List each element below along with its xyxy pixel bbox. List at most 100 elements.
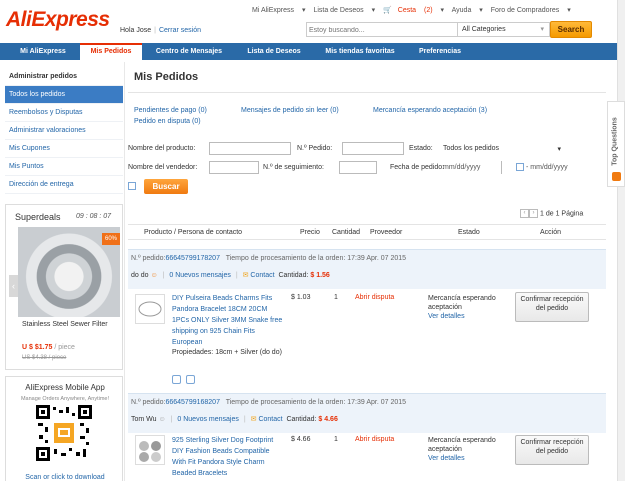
category-select[interactable]: All Categories ▾ bbox=[457, 23, 549, 36]
view-details-link[interactable]: Ver detalles bbox=[428, 454, 512, 463]
order-header: N.º pedido:66645799168207 Tiempo de proc… bbox=[128, 393, 606, 433]
seller-name[interactable]: do do bbox=[131, 272, 149, 279]
view-details-link[interactable]: Ver detalles bbox=[428, 312, 512, 321]
superdeals-product-name[interactable]: Stainless Steel Sewer Filter bbox=[22, 319, 120, 330]
search-orders-button[interactable]: Buscar bbox=[144, 179, 188, 194]
new-messages-link[interactable]: 0 Nuevos mensajes bbox=[177, 416, 238, 423]
seller-name[interactable]: Tom Wu bbox=[131, 416, 157, 423]
seller-name-field[interactable] bbox=[209, 161, 259, 174]
topnav-cart[interactable]: 🛒 Cesta (2) ▾ bbox=[383, 7, 444, 14]
mobile-app-download-link[interactable]: Scan or click to download bbox=[6, 474, 124, 481]
order-number[interactable]: 66645799178207 bbox=[165, 255, 220, 262]
order-seller-line: do do ☺ | 0 Nuevos mensajes | ✉ Contact … bbox=[131, 272, 330, 279]
discount-badge: 60% bbox=[102, 233, 120, 245]
qr-code-icon bbox=[36, 405, 92, 461]
order-header: N.º pedido:66645799178207 Tiempo de proc… bbox=[128, 249, 606, 289]
contact-link[interactable]: Contact bbox=[258, 416, 282, 423]
product-title-link[interactable]: 925 Sterling Silver Dog Footprint DIY Fa… bbox=[172, 435, 284, 479]
superdeals-old-price: US $4.38 / piece bbox=[22, 355, 67, 361]
calendar-icon[interactable] bbox=[516, 163, 524, 171]
snapshot-icon[interactable] bbox=[186, 375, 195, 384]
scrollbar[interactable] bbox=[617, 0, 625, 481]
aliexpress-logo[interactable]: AliExpress bbox=[6, 8, 110, 32]
product-title-link[interactable]: DIY Pulseira Beads Charms Fits Pandora B… bbox=[172, 293, 284, 348]
order-no-field[interactable] bbox=[342, 142, 404, 155]
divider bbox=[128, 92, 606, 93]
product-image[interactable]: 60% bbox=[18, 227, 120, 317]
status-label: Estado: bbox=[409, 145, 433, 152]
product-thumbnail[interactable] bbox=[135, 435, 165, 465]
order-amount: $ 1.56 bbox=[310, 272, 330, 279]
sidebar-item-refunds[interactable]: Reembolsos y Disputas bbox=[5, 104, 123, 122]
superdeals-price: U $ $1.75 / piece bbox=[22, 344, 75, 351]
chat-icon[interactable]: ☺ bbox=[150, 272, 157, 279]
logout-link[interactable]: Cerrar sesión bbox=[159, 27, 201, 34]
table-row: 925 Sterling Silver Dog Footprint DIY Fa… bbox=[128, 435, 606, 481]
topnav-forum[interactable]: Foro de Compradores ▾ bbox=[491, 7, 571, 14]
prev-page-button[interactable]: ‹ bbox=[520, 209, 529, 218]
seller-name-label: Nombre del vendedor: bbox=[128, 164, 198, 171]
next-page-button[interactable]: › bbox=[529, 209, 538, 218]
open-dispute-link[interactable]: Abrir disputa bbox=[355, 294, 394, 301]
cart-icon: 🛒 bbox=[383, 7, 392, 14]
confirm-receipt-button[interactable]: Confirmar recepción del pedido bbox=[515, 435, 589, 465]
product-quantity: 1 bbox=[334, 294, 338, 301]
tab-preferences[interactable]: Preferencias bbox=[408, 43, 472, 60]
order-number-line: N.º pedido:66645799178207 Tiempo de proc… bbox=[131, 255, 407, 262]
charm-bead-icon bbox=[139, 441, 161, 462]
product-name-field[interactable] bbox=[209, 142, 291, 155]
product-thumbnail[interactable] bbox=[135, 294, 165, 324]
confirm-receipt-button[interactable]: Confirmar recepción del pedido bbox=[515, 292, 589, 322]
top-questions-tab[interactable]: Top Questions bbox=[607, 101, 625, 187]
status-select[interactable]: Todos los pedidos ▾ bbox=[443, 145, 561, 153]
open-dispute-link[interactable]: Abrir disputa bbox=[355, 436, 394, 443]
row-action-icons bbox=[172, 375, 200, 386]
search-button[interactable]: Search bbox=[550, 21, 592, 38]
topnav-help[interactable]: Ayuda ▾ bbox=[452, 7, 483, 14]
product-quantity: 1 bbox=[334, 436, 338, 443]
order-date-label: Fecha de pedido: bbox=[390, 164, 445, 171]
sidebar-item-all-orders[interactable]: Todos los pedidos bbox=[5, 86, 123, 104]
search-bar: All Categories▾ bbox=[306, 22, 550, 37]
order-number-line: N.º pedido:66645799168207 Tiempo de proc… bbox=[131, 399, 407, 406]
tab-favorite-stores[interactable]: Mis tiendas favoritas bbox=[318, 43, 402, 60]
current-page: 1 bbox=[539, 210, 544, 218]
qr-code[interactable] bbox=[36, 405, 92, 461]
tab-my-aliexpress[interactable]: Mi AliExpress bbox=[8, 43, 78, 60]
pagination: ‹ › 1 de 1 Página bbox=[520, 209, 583, 218]
sidebar-item-address[interactable]: Dirección de entrega bbox=[5, 176, 123, 194]
chat-icon[interactable]: ☺ bbox=[159, 416, 166, 423]
mobile-app-title: AliExpress Mobile App bbox=[25, 383, 105, 392]
tracking-field[interactable] bbox=[339, 161, 377, 174]
clock-icon[interactable] bbox=[172, 375, 181, 384]
status-link-awaiting-acceptance[interactable]: Mercancía esperando aceptación (3) bbox=[373, 107, 487, 114]
date-from-field[interactable]: mm/dd/yyyy bbox=[443, 164, 480, 171]
sidebar-item-coupons[interactable]: Mis Cupones bbox=[5, 140, 123, 158]
new-messages-link[interactable]: 0 Nuevos mensajes bbox=[169, 272, 230, 279]
sidebar: Administrar pedidos Todos los pedidos Re… bbox=[5, 68, 123, 194]
greeting-text: Hola Jose bbox=[120, 27, 152, 34]
page-title: Mis Pedidos bbox=[134, 71, 199, 83]
calendar-icon[interactable] bbox=[128, 182, 136, 190]
col-action: Acción bbox=[540, 229, 562, 236]
sidebar-item-feedback[interactable]: Administrar valoraciones bbox=[5, 122, 123, 140]
sidebar-item-points[interactable]: Mis Puntos bbox=[5, 158, 123, 176]
top-questions-label: Top Questions bbox=[611, 117, 619, 166]
tab-wishlist[interactable]: Lista de Deseos bbox=[236, 43, 312, 60]
topnav-wishlist[interactable]: Lista de Deseos ▾ bbox=[313, 7, 375, 14]
date-to-field[interactable]: - mm/dd/yyyy bbox=[526, 164, 568, 171]
product-price: $ 4.66 bbox=[291, 436, 311, 443]
total-pages: 1 bbox=[555, 210, 560, 218]
search-input[interactable] bbox=[309, 26, 449, 35]
topnav-my-aliexpress[interactable]: Mi AliExpress ▾ bbox=[252, 7, 305, 14]
order-number[interactable]: 66645799168207 bbox=[165, 399, 220, 406]
status-link-pending-payment[interactable]: Pendientes de pago (0) bbox=[134, 107, 207, 114]
status-link-unread-messages[interactable]: Mensajes de pedido sin leer (0) bbox=[241, 107, 339, 114]
tab-my-orders[interactable]: Mis Pedidos bbox=[80, 43, 142, 60]
tab-message-center[interactable]: Centro de Mensajes bbox=[148, 43, 230, 60]
chevron-left-icon[interactable]: ‹ bbox=[9, 275, 18, 297]
contact-link[interactable]: Contact bbox=[250, 272, 274, 279]
order-no-label: N.º Pedido: bbox=[297, 145, 333, 152]
orders-table-header: Producto / Persona de contacto Precio Ca… bbox=[128, 224, 606, 240]
status-link-disputes[interactable]: Pedido en disputa (0) bbox=[134, 118, 201, 125]
